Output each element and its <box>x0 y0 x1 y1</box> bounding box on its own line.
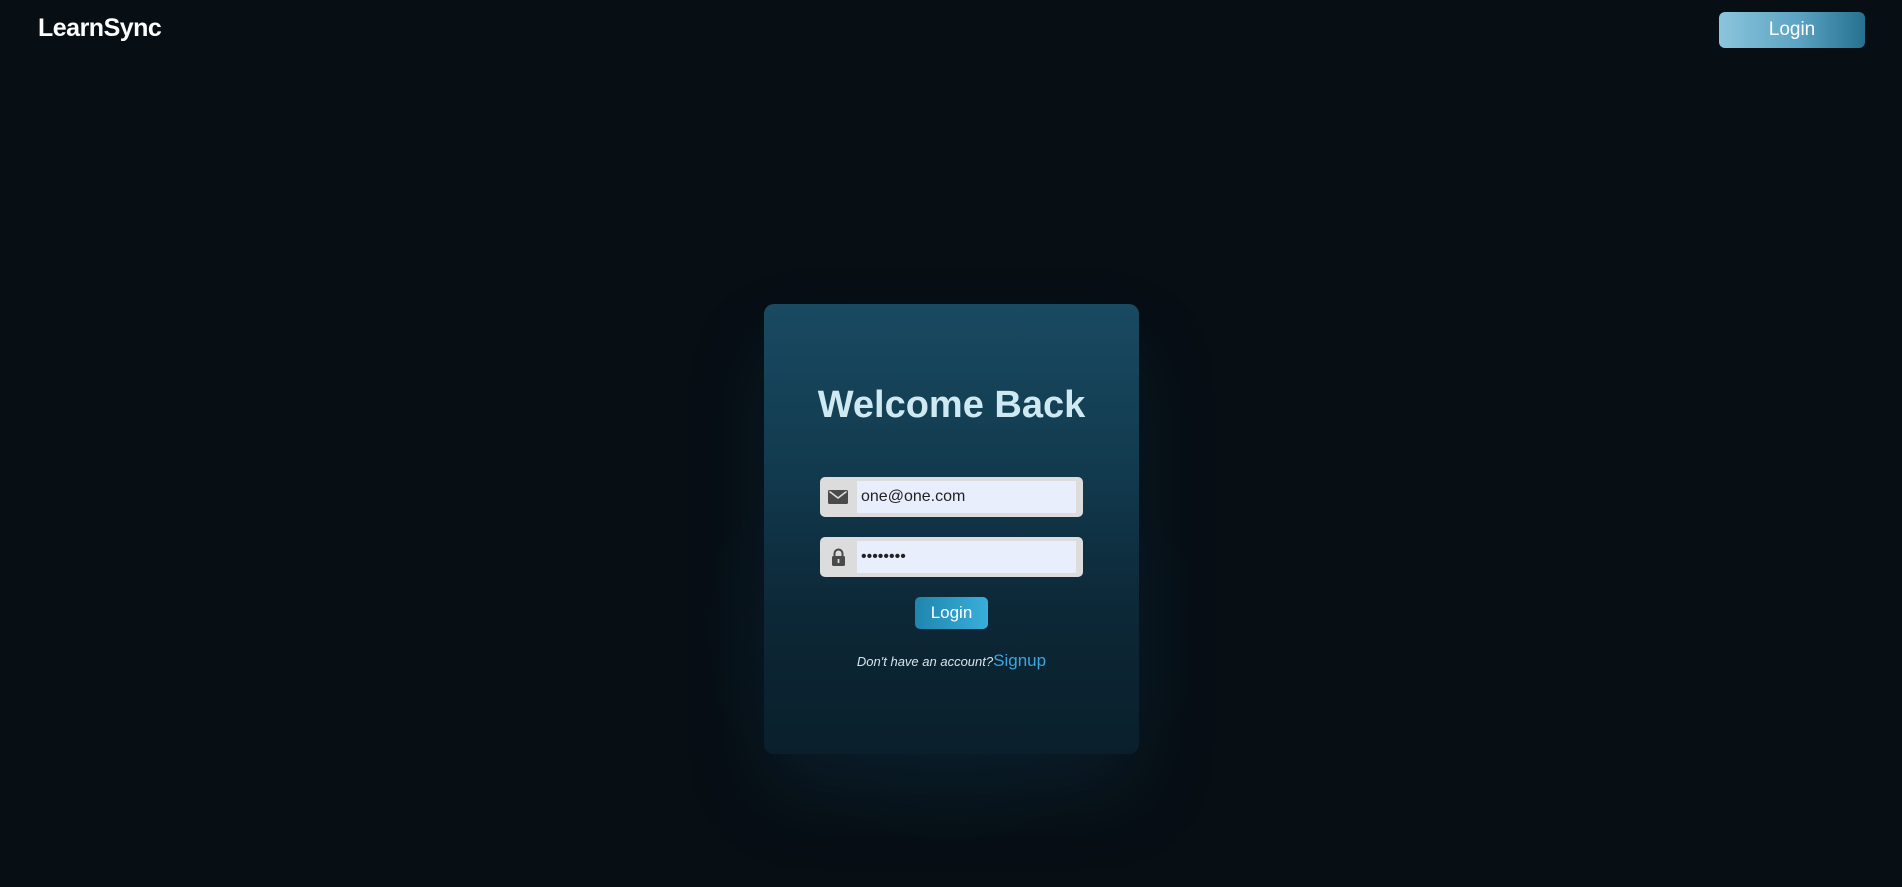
email-input[interactable] <box>857 481 1076 513</box>
brand-logo[interactable]: LearnSync <box>38 14 162 43</box>
page: LearnSync Login Welcome Back one@one.com… <box>0 0 1902 887</box>
login-card: Welcome Back Login Don't hav <box>764 304 1139 754</box>
password-field <box>820 537 1083 577</box>
lock-icon <box>826 537 850 577</box>
navbar: LearnSync Login <box>0 0 1902 60</box>
password-input[interactable] <box>857 541 1076 573</box>
email-field <box>820 477 1083 517</box>
card-title: Welcome Back <box>817 384 1086 426</box>
mail-icon <box>826 477 850 517</box>
nav-login-button[interactable]: Login <box>1719 12 1865 48</box>
signup-row: Don't have an account?Signup <box>764 651 1139 671</box>
signup-link[interactable]: Signup <box>993 651 1046 670</box>
signup-prompt: Don't have an account? <box>856 654 994 669</box>
login-submit-button[interactable]: Login <box>915 597 988 629</box>
